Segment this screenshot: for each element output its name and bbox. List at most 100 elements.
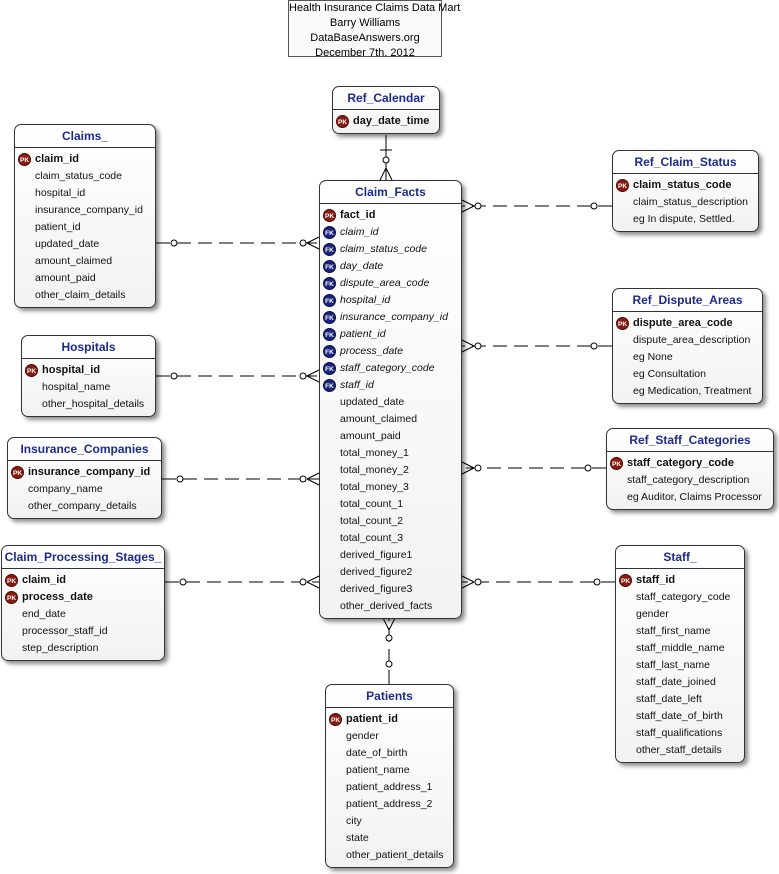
crows-foot	[461, 581, 475, 589]
attribute-field: amount_paid	[320, 428, 461, 445]
attribute-field: staff_date_of_birth	[616, 708, 744, 725]
field-name: claim_status_code	[633, 179, 732, 191]
primary-key-icon: PK	[336, 115, 349, 128]
primary-key-icon: PK	[616, 179, 629, 192]
attribute-field: dispute_area_description	[613, 332, 762, 349]
entity-staff[interactable]: Staff_ PK staff_id staff_category_code gende…	[615, 545, 745, 763]
attribute-field: derived_figure3	[320, 581, 461, 598]
optional-one-marker	[385, 660, 393, 668]
field-name: process_date	[340, 345, 404, 357]
optional-one-marker	[179, 578, 187, 586]
field-name: total_money_3	[340, 481, 409, 493]
primary-key-field: PK day_date_time	[333, 113, 439, 130]
field-name: total_count_1	[340, 498, 404, 510]
attribute-field: hospital_name	[22, 379, 155, 396]
entity-title: Ref_Calendar	[333, 87, 439, 110]
entity-hospitals[interactable]: Hospitals PK hospital_id hospital_name other…	[21, 335, 156, 417]
er-diagram-canvas: Health Insurance Claims Data Mart Barry …	[0, 0, 779, 874]
attribute-field: amount_claimed	[15, 253, 155, 270]
field-name: patient_address_1	[346, 781, 433, 793]
field-name: amount_paid	[35, 272, 96, 284]
field-name: day_date	[340, 260, 384, 272]
attribute-field: company_name	[8, 481, 161, 498]
entity-title: Ref_Claim_Status	[613, 151, 758, 174]
entity-fields: PK insurance_company_id company_name other_…	[8, 461, 161, 515]
field-name: staff_category_description	[627, 474, 750, 486]
field-name: hospital_id	[340, 294, 391, 306]
field-name: staff_date_joined	[636, 676, 716, 688]
field-name: patient_name	[346, 764, 410, 776]
primary-key-field: PK staff_category_code	[607, 455, 773, 472]
field-name: staff_middle_name	[636, 642, 725, 654]
field-name: date_of_birth	[346, 747, 408, 759]
field-name: other_hospital_details	[42, 398, 145, 410]
attribute-field: state	[326, 830, 453, 847]
field-name: step_description	[22, 642, 99, 654]
attribute-field: patient_id	[15, 219, 155, 236]
field-name: derived_figure3	[340, 583, 413, 595]
field-name: claim_status_code	[340, 243, 427, 255]
field-name: claim_id	[340, 226, 379, 238]
field-name: eg None	[633, 351, 673, 363]
entity-ref-calendar[interactable]: Ref_Calendar PK day_date_time	[332, 86, 440, 134]
attribute-field: staff_date_joined	[616, 674, 744, 691]
field-name: staff_date_left	[636, 693, 702, 705]
optional-many-marker	[385, 634, 393, 642]
entity-claim-processing-stages[interactable]: Claim_Processing_Stages_ PK claim_id PK proc…	[1, 545, 165, 661]
entity-insurance-companies[interactable]: Insurance_Companies PK insurance_company_i…	[7, 437, 162, 519]
attribute-field: other_hospital_details	[22, 396, 155, 413]
foreign-key-field: FK patient_id	[320, 326, 461, 343]
attribute-field: updated_date	[15, 236, 155, 253]
primary-key-field: PK claim_id	[2, 572, 164, 589]
field-name: insurance_company_id	[340, 311, 448, 323]
primary-key-field: PK hospital_id	[22, 362, 155, 379]
entity-ref-staff-categories[interactable]: Ref_Staff_Categories PK staff_category_cod…	[606, 428, 774, 510]
field-name: processor_staff_id	[22, 625, 108, 637]
site-line: DataBaseAnswers.org	[310, 32, 420, 44]
author-line: Barry Williams	[329, 17, 401, 29]
primary-key-field: PK claim_id	[15, 151, 155, 168]
attribute-field: derived_figure2	[320, 564, 461, 581]
foreign-key-field: FK staff_category_code	[320, 360, 461, 377]
foreign-key-icon: FK	[323, 362, 336, 375]
field-name: amount_paid	[340, 430, 401, 442]
attribute-field: total_count_1	[320, 496, 461, 513]
optional-many-marker	[474, 464, 482, 472]
attribute-field: claim_status_description	[613, 194, 758, 211]
attribute-field: patient_address_2	[326, 796, 453, 813]
field-name: claim_status_code	[35, 170, 122, 182]
field-name: gender	[636, 608, 669, 620]
entity-ref-claim-status[interactable]: Ref_Claim_Status PK claim_status_codeclaim…	[612, 150, 759, 232]
attribute-field: end_date	[2, 606, 164, 623]
crows-foot	[306, 236, 320, 244]
foreign-key-field: FK claim_id	[320, 224, 461, 241]
crows-foot	[461, 205, 475, 213]
field-name: staff_id	[340, 379, 374, 391]
entity-patients[interactable]: Patients PK patient_id gender date_of_birth p…	[325, 684, 454, 868]
optional-many-marker	[474, 342, 482, 350]
attribute-field: staff_category_code	[616, 589, 744, 606]
field-name: other_derived_facts	[340, 600, 433, 612]
field-name: amount_claimed	[340, 413, 418, 425]
crows-foot	[306, 375, 320, 383]
entity-fields: PK day_date_time	[333, 110, 439, 130]
entity-fields: PK patient_id gender date_of_birth patient_n…	[326, 708, 453, 864]
primary-key-field: PK process_date	[2, 589, 164, 606]
primary-key-icon: PK	[619, 574, 632, 587]
field-name: end_date	[22, 608, 66, 620]
attribute-field: total_money_2	[320, 462, 461, 479]
entity-claims[interactable]: Claims_ PK claim_id claim_status_code hospit…	[14, 124, 156, 308]
optional-one-marker	[590, 202, 598, 210]
entity-title: Staff_	[616, 546, 744, 569]
entity-claim-facts[interactable]: Claim_Facts PK fact_id FK claim_id FK claim_st…	[319, 180, 462, 619]
attribute-field: total_count_3	[320, 530, 461, 547]
entity-title: Claims_	[15, 125, 155, 148]
attribute-field: city	[326, 813, 453, 830]
entity-fields: PK claim_id claim_status_code hospital_id in…	[15, 148, 155, 304]
field-name: staff_last_name	[636, 659, 710, 671]
crows-foot	[306, 369, 320, 377]
attribute-field: gender	[326, 728, 453, 745]
optional-many-marker	[299, 475, 307, 483]
attribute-field: insurance_company_id	[15, 202, 155, 219]
entity-ref-dispute-areas[interactable]: Ref_Dispute_Areas PK dispute_area_code disp…	[612, 288, 763, 404]
